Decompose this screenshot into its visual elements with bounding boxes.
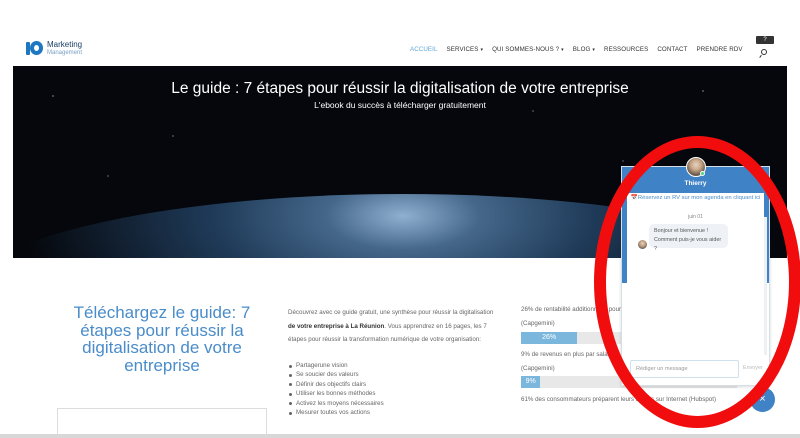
- help-badge[interactable]: ?: [756, 36, 774, 44]
- logo-text: Marketing Management: [47, 39, 83, 57]
- bottom-scrollbar[interactable]: [0, 434, 800, 438]
- logo-icon: [26, 40, 43, 57]
- chevron-down-icon: ▾: [561, 47, 564, 53]
- nav-item-prendre-rdv[interactable]: PRENDRE RDV: [697, 46, 743, 53]
- nav-item-accueil[interactable]: ACCUEIL: [410, 46, 438, 53]
- nav-item-contact[interactable]: CONTACT: [657, 46, 687, 53]
- nav-item-blog[interactable]: BLOG ▾: [573, 46, 595, 53]
- site-logo[interactable]: Marketing Management: [26, 40, 82, 57]
- list-item: Partagerune vision: [288, 361, 384, 370]
- site-header: Marketing Management ACCUEIL SERVICES ▾ Q…: [0, 0, 800, 66]
- hero-subtitle: L'ebook du succès à télécharger gratuite…: [314, 100, 486, 110]
- logo-line-1: Marketing: [47, 39, 83, 49]
- nav-item-ressources[interactable]: RESSOURCES: [604, 46, 648, 53]
- search-icon[interactable]: [759, 49, 768, 59]
- list-item: Mesurer toutes vos actions: [288, 408, 384, 417]
- stat-1-source: (Capgemini): [521, 320, 555, 327]
- intro-bold-text: de votre entreprise à La Réunion: [288, 322, 385, 330]
- stat-1-progress-fill: 26%: [521, 332, 578, 344]
- nav-item-qui-sommes-nous[interactable]: QUI SOMMES-NOUS ? ▾: [492, 46, 564, 53]
- hero-title: Le guide : 7 étapes pour réussir la digi…: [171, 80, 629, 97]
- main-nav: ACCUEIL SERVICES ▾ QUI SOMMES-NOUS ? ▾ BLO…: [410, 46, 752, 53]
- stat-2-source: (Capgemini): [521, 365, 555, 372]
- guide-heading: Téléchargez le guide: 7 étapes pour réus…: [73, 303, 251, 375]
- list-item: Se soucier des valeurs: [288, 370, 384, 379]
- stat-2-progress-fill: 9%: [521, 376, 541, 388]
- list-item: Activez les moyens nécessaires: [288, 399, 384, 408]
- logo-line-2: Management: [47, 49, 83, 56]
- chevron-down-icon: ▾: [592, 47, 596, 53]
- guide-intro-text: Découvrez avec ce guide gratuit, une syn…: [288, 309, 494, 343]
- steps-list: Partagerune vision Se soucier des valeur…: [288, 361, 384, 417]
- list-item: Utiliser les bonnes méthodes: [288, 389, 384, 398]
- list-item: Définir des objectifs clairs: [288, 380, 384, 389]
- chevron-down-icon: ▾: [480, 47, 484, 53]
- red-highlight-circle: [594, 136, 800, 428]
- nav-item-services[interactable]: SERVICES ▾: [447, 46, 484, 53]
- stat-2-text: 9% de revenus en plus par salarié: [521, 351, 615, 358]
